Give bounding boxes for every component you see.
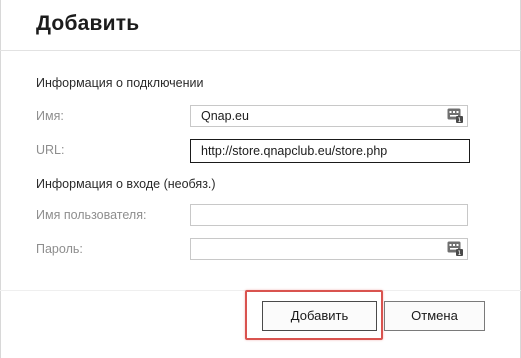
name-label: Имя: <box>36 109 64 123</box>
keyboard-icon[interactable]: 1 <box>447 241 463 256</box>
username-field[interactable] <box>190 204 468 226</box>
add-button[interactable]: Добавить <box>262 301 377 331</box>
dialog-border <box>0 0 1 358</box>
svg-text:1: 1 <box>457 116 461 123</box>
keyboard-icon[interactable]: 1 <box>447 108 463 123</box>
password-label: Пароль: <box>36 242 83 256</box>
login-section-title: Информация о входе (необяз.) <box>36 177 216 191</box>
add-dialog: Добавить Информация о подключении Имя: Q… <box>0 0 521 358</box>
title-divider <box>0 50 521 51</box>
dialog-title: Добавить <box>36 12 140 35</box>
username-label: Имя пользователя: <box>36 208 147 222</box>
connection-section-title: Информация о подключении <box>36 76 204 90</box>
url-label: URL: <box>36 143 65 157</box>
svg-text:1: 1 <box>457 249 461 256</box>
password-field[interactable] <box>190 238 468 260</box>
cancel-button[interactable]: Отмена <box>384 301 485 331</box>
name-field[interactable]: Qnap.eu <box>190 105 468 127</box>
url-field[interactable]: http://store.qnapclub.eu/store.php <box>190 139 470 163</box>
